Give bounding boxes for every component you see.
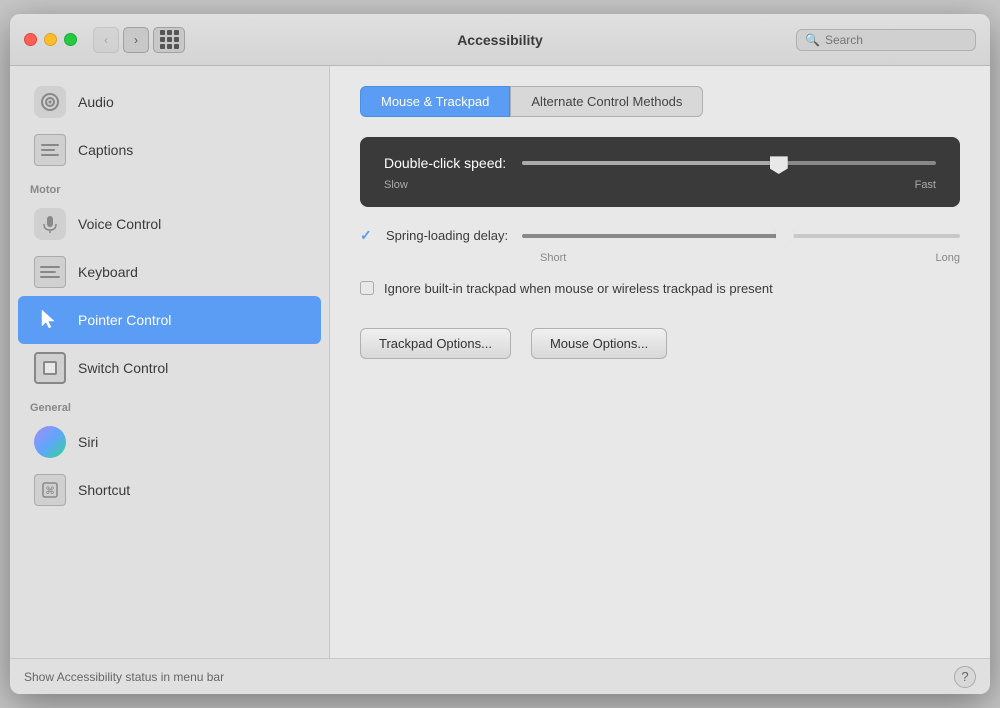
sidebar-item-switch-control[interactable]: Switch Control (18, 344, 321, 392)
back-button[interactable]: ‹ (93, 27, 119, 53)
forward-button[interactable]: › (123, 27, 149, 53)
captions-icon (34, 134, 66, 166)
search-icon: 🔍 (805, 33, 820, 47)
search-box[interactable]: 🔍 (796, 29, 976, 51)
sidebar-section-general: General (10, 392, 329, 418)
ignore-trackpad-checkbox[interactable] (360, 281, 374, 295)
siri-icon (34, 426, 66, 458)
double-click-labels: Slow Fast (384, 179, 936, 191)
content-area: Mouse & Trackpad Alternate Control Metho… (330, 66, 990, 658)
spring-loading-label: Spring-loading delay: (386, 228, 508, 243)
sidebar-item-keyboard[interactable]: Keyboard (18, 248, 321, 296)
spring-loading-checkmark: ✓ (360, 227, 376, 244)
sidebar-item-keyboard-label: Keyboard (78, 264, 138, 280)
maximize-button[interactable] (64, 33, 77, 46)
sidebar-item-audio[interactable]: Audio (18, 78, 321, 126)
chevron-left-icon: ‹ (104, 33, 108, 47)
svg-text:⌘: ⌘ (45, 486, 55, 497)
tab-bar: Mouse & Trackpad Alternate Control Metho… (360, 86, 960, 117)
grid-button[interactable] (153, 27, 185, 53)
sidebar-item-siri-label: Siri (78, 434, 98, 450)
sidebar-item-voice-control-label: Voice Control (78, 216, 161, 232)
tab-alternate-control[interactable]: Alternate Control Methods (510, 86, 703, 117)
nav-buttons: ‹ › (93, 27, 149, 53)
show-accessibility-label: Show Accessibility status in menu bar (24, 670, 224, 684)
spring-loading-slider[interactable] (522, 234, 960, 238)
long-label: Long (936, 252, 960, 264)
main-content: Audio Captions Motor (10, 66, 990, 658)
fast-label: Fast (915, 179, 936, 191)
sidebar-item-shortcut-label: Shortcut (78, 482, 130, 498)
ignore-trackpad-label: Ignore built-in trackpad when mouse or w… (384, 280, 773, 298)
spring-loading-row: ✓ Spring-loading delay: (360, 227, 960, 244)
double-click-panel: Double-click speed: Slow Fast (360, 137, 960, 207)
footer: Show Accessibility status in menu bar ? (10, 658, 990, 694)
spring-loading-section: ✓ Spring-loading delay: Short Long (360, 227, 960, 264)
minimize-button[interactable] (44, 33, 57, 46)
short-label: Short (540, 252, 566, 264)
chevron-right-icon: › (134, 33, 138, 47)
double-click-row: Double-click speed: (384, 155, 936, 171)
sidebar-item-audio-label: Audio (78, 94, 114, 110)
shortcut-icon: ⌘ (34, 474, 66, 506)
grid-icon (160, 30, 179, 49)
window-title: Accessibility (457, 32, 543, 48)
sidebar-item-voice-control[interactable]: Voice Control (18, 200, 321, 248)
sidebar: Audio Captions Motor (10, 66, 330, 658)
double-click-slider[interactable] (522, 161, 936, 165)
close-button[interactable] (24, 33, 37, 46)
tab-mouse-trackpad[interactable]: Mouse & Trackpad (360, 86, 510, 117)
audio-icon (34, 86, 66, 118)
double-click-label: Double-click speed: (384, 155, 506, 171)
titlebar: ‹ › Accessibility 🔍 (10, 14, 990, 66)
slow-label: Slow (384, 179, 408, 191)
sidebar-section-motor: Motor (10, 174, 329, 200)
sidebar-item-captions-label: Captions (78, 142, 133, 158)
sidebar-item-shortcut[interactable]: ⌘ Shortcut (18, 466, 321, 514)
help-button[interactable]: ? (954, 666, 976, 688)
pointer-icon (34, 304, 66, 336)
spring-loading-labels: Short Long (360, 252, 960, 264)
keyboard-icon (34, 256, 66, 288)
sidebar-item-pointer-control-label: Pointer Control (78, 312, 171, 328)
mouse-options-button[interactable]: Mouse Options... (531, 328, 667, 359)
trackpad-options-button[interactable]: Trackpad Options... (360, 328, 511, 359)
sidebar-item-captions[interactable]: Captions (18, 126, 321, 174)
switch-icon (34, 352, 66, 384)
sidebar-item-siri[interactable]: Siri (18, 418, 321, 466)
sidebar-item-switch-control-label: Switch Control (78, 360, 168, 376)
sidebar-item-pointer-control[interactable]: Pointer Control (18, 296, 321, 344)
search-input[interactable] (825, 33, 967, 47)
traffic-lights (24, 33, 77, 46)
ignore-trackpad-row: Ignore built-in trackpad when mouse or w… (360, 280, 960, 298)
bottom-buttons: Trackpad Options... Mouse Options... (360, 328, 960, 359)
voice-icon (34, 208, 66, 240)
